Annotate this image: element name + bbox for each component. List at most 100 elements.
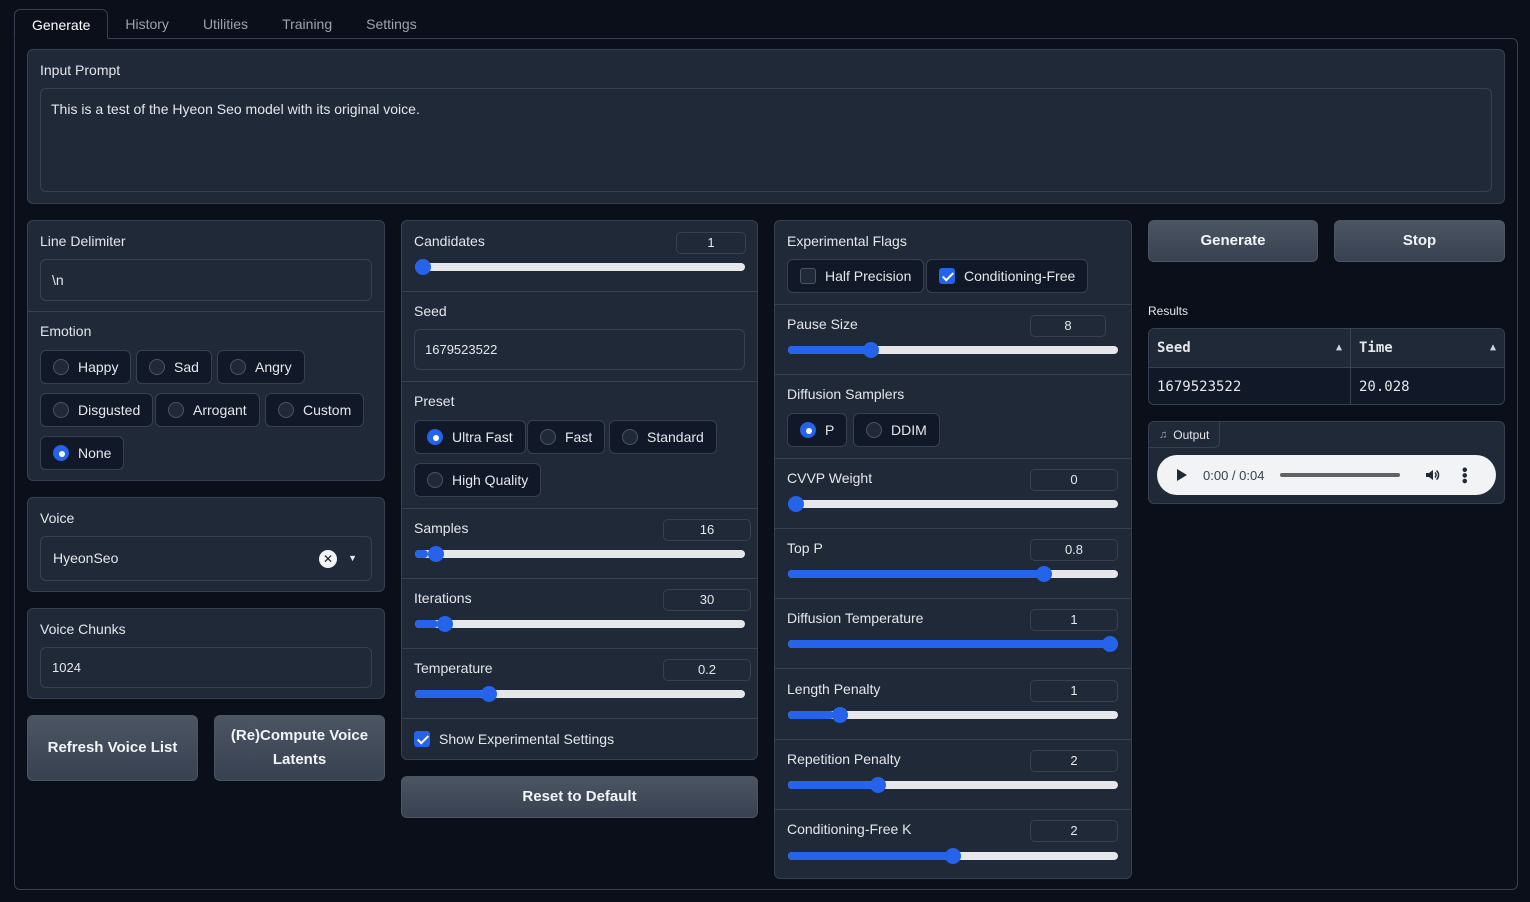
slider-handle[interactable] — [863, 342, 880, 358]
results-table: Seed ▲ Time ▲ 1679523522 20.028 — [1148, 328, 1505, 405]
iterations-slider[interactable] — [415, 616, 745, 632]
preset-option-label: Fast — [565, 429, 593, 445]
input-prompt-textarea[interactable]: This is a test of the Hyeon Seo model wi… — [40, 88, 1492, 192]
slider-handle[interactable] — [945, 848, 961, 864]
tab-settings[interactable]: Settings — [349, 9, 434, 39]
preset-option-label: Ultra Fast — [452, 429, 513, 445]
repetition-penalty-number-input[interactable]: 2 — [1030, 750, 1118, 772]
generation-settings-panel: Candidates 1 Seed 1679523522 Preset Ultr… — [401, 220, 758, 760]
table-cell-seed[interactable]: 1679523522 — [1149, 368, 1351, 404]
diffusion-temperature-slider[interactable] — [788, 636, 1118, 652]
radio-icon — [53, 359, 69, 375]
preset-option-high-quality[interactable]: High Quality — [414, 463, 542, 497]
pause-size-number-input[interactable]: 8 — [1030, 315, 1106, 337]
sort-up-icon[interactable]: ▲ — [1490, 329, 1496, 367]
slider-handle[interactable] — [831, 707, 848, 723]
audio-progress-bar[interactable] — [1280, 473, 1401, 477]
cvvp-weight-slider[interactable] — [788, 496, 1118, 512]
output-label-tag: ♫ Output — [1149, 422, 1221, 448]
radio-icon — [866, 422, 882, 438]
play-icon[interactable] — [1177, 469, 1187, 481]
experimental-flags-label: Experimental Flags — [787, 233, 907, 249]
voice-panel: Voice HyeonSeo ✕ ▼ — [27, 497, 385, 592]
divider — [775, 739, 1131, 740]
more-vertical-icon[interactable]: ••• — [1455, 467, 1472, 484]
slider-handle[interactable] — [480, 686, 497, 702]
conditioning-free-k-number-input[interactable]: 2 — [1030, 820, 1118, 842]
stop-button[interactable]: Stop — [1334, 220, 1505, 262]
emotion-option-custom[interactable]: Custom — [265, 393, 365, 427]
chevron-down-icon[interactable]: ▼ — [348, 537, 357, 580]
diffusion-temperature-label: Diffusion Temperature — [787, 610, 924, 626]
divider — [402, 381, 757, 382]
temperature-slider[interactable] — [415, 686, 745, 702]
divider — [402, 718, 757, 719]
divider — [402, 648, 757, 649]
slider-handle[interactable] — [1036, 566, 1053, 582]
sort-up-icon[interactable]: ▲ — [1336, 329, 1342, 367]
candidates-number-input[interactable]: 1 — [676, 232, 746, 254]
output-label: Output — [1173, 427, 1210, 442]
sampler-option-p[interactable]: P — [787, 413, 848, 447]
pause-size-slider[interactable] — [788, 342, 1118, 358]
top-p-number-input[interactable]: 0.8 — [1030, 539, 1118, 561]
top-p-slider[interactable] — [788, 566, 1118, 582]
cvvp-weight-label: CVVP Weight — [787, 470, 873, 486]
repetition-penalty-slider[interactable] — [788, 777, 1118, 793]
conditioning-free-k-slider[interactable] — [788, 848, 1118, 864]
voice-dropdown[interactable]: HyeonSeo ✕ ▼ — [40, 536, 372, 581]
input-prompt-label: Input Prompt — [40, 62, 121, 78]
samples-slider[interactable] — [415, 546, 745, 562]
table-cell-time[interactable]: 20.028 — [1351, 368, 1504, 404]
slider-handle[interactable] — [436, 616, 453, 632]
reset-to-default-button[interactable]: Reset to Default — [401, 776, 758, 818]
volume-icon[interactable] — [1424, 467, 1440, 483]
emotion-option-none[interactable]: None — [40, 436, 125, 470]
cvvp-weight-number-input[interactable]: 0 — [1030, 469, 1118, 491]
divider — [775, 528, 1131, 529]
length-penalty-label: Length Penalty — [787, 681, 881, 697]
slider-handle[interactable] — [869, 777, 886, 793]
sampler-option-ddim[interactable]: DDIM — [853, 413, 940, 447]
line-delimiter-input[interactable]: \n — [40, 259, 372, 301]
emotion-option-disgusted[interactable]: Disgusted — [40, 393, 154, 427]
preset-option-fast[interactable]: Fast — [527, 420, 606, 454]
emotion-option-happy[interactable]: Happy — [40, 350, 132, 384]
length-penalty-slider[interactable] — [788, 707, 1118, 723]
tab-utilities[interactable]: Utilities — [186, 9, 265, 39]
diffusion-temperature-number-input[interactable]: 1 — [1030, 609, 1118, 631]
slider-handle[interactable] — [788, 496, 804, 512]
iterations-number-input[interactable]: 30 — [663, 589, 751, 611]
samples-number-input[interactable]: 16 — [663, 519, 751, 541]
preset-option-ultra-fast[interactable]: Ultra Fast — [414, 420, 526, 454]
generate-button[interactable]: Generate — [1148, 220, 1318, 262]
column-header-seed[interactable]: Seed ▲ — [1149, 329, 1351, 367]
preset-label: Preset — [414, 393, 455, 409]
show-experimental-checkbox[interactable]: Show Experimental Settings — [414, 731, 614, 747]
preset-option-label: Standard — [647, 429, 704, 445]
tab-training[interactable]: Training — [265, 9, 349, 39]
emotion-option-arrogant[interactable]: Arrogant — [155, 393, 260, 427]
tab-generate[interactable]: Generate — [14, 9, 109, 39]
half-precision-checkbox[interactable]: Half Precision — [787, 259, 925, 293]
slider-handle[interactable] — [427, 546, 444, 562]
slider-handle[interactable] — [1102, 636, 1118, 652]
preset-option-standard[interactable]: Standard — [609, 420, 717, 454]
half-precision-label: Half Precision — [825, 268, 912, 284]
slider-handle[interactable] — [415, 259, 431, 275]
tab-history[interactable]: History — [108, 9, 186, 39]
temperature-number-input[interactable]: 0.2 — [663, 659, 751, 681]
conditioning-free-checkbox[interactable]: Conditioning-Free — [926, 259, 1089, 293]
length-penalty-number-input[interactable]: 1 — [1030, 680, 1118, 702]
clear-x-icon[interactable]: ✕ — [319, 550, 337, 568]
seed-input[interactable]: 1679523522 — [414, 329, 745, 370]
refresh-voice-list-button[interactable]: Refresh Voice List — [27, 715, 198, 781]
recompute-voice-latents-button[interactable]: (Re)Compute Voice Latents — [214, 715, 385, 781]
voice-chunks-panel: Voice Chunks 1024 — [27, 608, 385, 699]
candidates-slider[interactable] — [415, 259, 745, 275]
column-header-time[interactable]: Time ▲ — [1351, 329, 1504, 367]
column-header-label: Seed — [1157, 340, 1191, 356]
emotion-option-sad[interactable]: Sad — [136, 350, 212, 384]
emotion-option-angry[interactable]: Angry — [217, 350, 305, 384]
voice-chunks-input[interactable]: 1024 — [40, 647, 372, 688]
